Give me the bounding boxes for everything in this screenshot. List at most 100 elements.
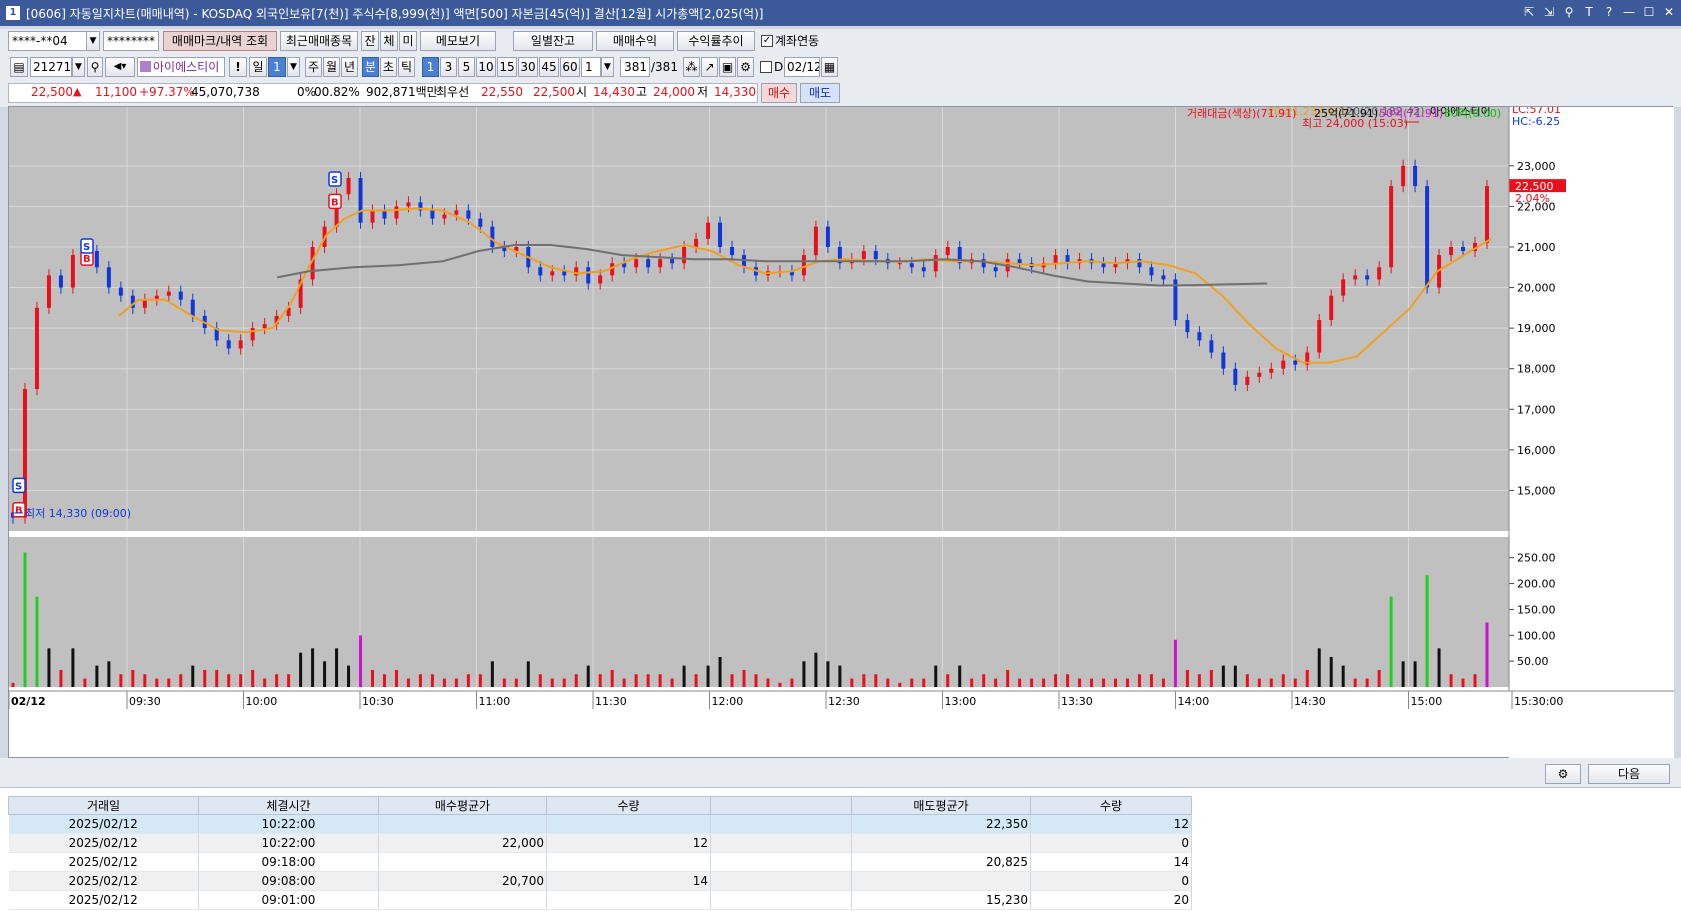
table-header-row: 거래일 체결시간 매수평균가 수량 매도평균가 수량	[8, 796, 1192, 815]
save-icon[interactable]: ▣	[719, 57, 736, 77]
table-row[interactable]: 2025/02/12 09:08:00 20,700 14 0	[8, 871, 1192, 891]
candle-body	[646, 259, 651, 268]
volume-bar	[47, 648, 51, 687]
sell-mark-label: S	[331, 175, 338, 186]
password-field[interactable]: ********	[103, 31, 159, 51]
hc-label: HC:-6.25	[1512, 115, 1560, 128]
volume-bar	[826, 661, 830, 687]
period-count-button[interactable]: 1	[268, 57, 286, 77]
volume-bar	[71, 648, 75, 687]
pattern-icon[interactable]: ⁂	[683, 57, 700, 77]
account-link-checkbox[interactable]: ✓	[761, 35, 773, 47]
trade-mark-button[interactable]: 매매마크/내역 조회	[163, 31, 277, 51]
interval-input[interactable]: 1	[581, 57, 601, 77]
y-tick-label: 15,000	[1517, 484, 1556, 497]
help-icon[interactable]: ?	[1601, 4, 1617, 20]
volume-bar	[203, 669, 207, 687]
tab-minute[interactable]: 분	[362, 57, 379, 77]
minute-10-button[interactable]: 10	[476, 57, 496, 77]
period-dropdown-icon[interactable]: ▼	[287, 57, 300, 77]
account-toolbar: ****-**04 ▼ ******** 매매마크/내역 조회 최근매매종목 잔…	[0, 29, 1681, 55]
calendar-icon[interactable]: ▦	[821, 57, 838, 77]
account-dropdown-icon[interactable]: ▼	[86, 31, 100, 51]
search-icon[interactable]: ⚲	[87, 57, 103, 77]
price-chart[interactable]: 23,00022,00021,00020,00019,00018,00017,0…	[9, 107, 1674, 759]
gear-icon[interactable]: ⚙	[737, 57, 754, 77]
volume-bar	[1185, 669, 1189, 687]
code-dropdown-icon[interactable]: ▼	[72, 57, 85, 77]
tile-icon[interactable]: ⇲	[1541, 4, 1557, 20]
volume-bar	[1281, 674, 1285, 687]
trend-icon[interactable]: ↗	[701, 57, 718, 77]
buy-button[interactable]: 매수	[761, 83, 797, 103]
daily-balance-button[interactable]: 일별잔고	[513, 31, 593, 51]
alert-icon[interactable]: !	[229, 57, 247, 77]
minute-60-button[interactable]: 60	[560, 57, 580, 77]
maximize-icon[interactable]: ☐	[1641, 4, 1657, 20]
account-select[interactable]: ****-**04	[8, 31, 93, 51]
volume-bar	[454, 678, 458, 687]
volume-bar	[874, 674, 878, 687]
chart-panel[interactable]: 23,000 22,000 21,000 20,000 19,000 18,000 17,0…	[8, 106, 1674, 759]
minute-3-button[interactable]: 3	[440, 57, 457, 77]
recent-stocks-button[interactable]: 최근매매종목	[280, 31, 358, 51]
table-cell: 20,825	[851, 852, 1031, 872]
volume-bar	[1221, 665, 1225, 687]
minute-15-button[interactable]: 15	[497, 57, 517, 77]
table-row[interactable]: 2025/02/12 10:22:00 22,000 12 0	[8, 833, 1192, 853]
memo-button[interactable]: 메모보기	[420, 31, 496, 51]
sell-button[interactable]: 매도	[800, 83, 840, 103]
volume-bar	[107, 661, 111, 687]
table-row[interactable]: 2025/02/12 10:22:00 22,350 12	[8, 814, 1192, 834]
pin-icon[interactable]: ⚲	[1561, 4, 1577, 20]
tab-month[interactable]: 월	[323, 57, 340, 77]
x-tick-label: 11:00	[479, 695, 511, 708]
tab-tick[interactable]: 틱	[398, 57, 415, 77]
sound-icon[interactable]: ◀▾	[105, 57, 135, 77]
profit-trend-button[interactable]: 수익률추이	[677, 31, 755, 51]
tab-balance[interactable]: 잔	[361, 31, 379, 51]
volume-bar	[718, 657, 722, 687]
close-icon[interactable]: ✕	[1661, 4, 1677, 20]
date-input[interactable]: 02/12	[784, 57, 820, 77]
minute-5-button[interactable]: 5	[458, 57, 475, 77]
settings-gear-icon[interactable]: ⚙	[1545, 764, 1581, 784]
volume-bar	[1317, 648, 1321, 687]
tab-second[interactable]: 초	[380, 57, 397, 77]
volume-bar	[394, 669, 398, 687]
volume-bar	[1006, 669, 1010, 687]
restore-icon[interactable]: ⇱	[1521, 4, 1537, 20]
date-checkbox[interactable]	[760, 61, 772, 73]
x-tick-label: 13:30	[1061, 695, 1093, 708]
font-icon[interactable]: T	[1581, 4, 1597, 20]
minute-30-button[interactable]: 30	[518, 57, 538, 77]
high-label: 고	[636, 85, 648, 99]
stock-name[interactable]: 아이에스티이	[137, 57, 225, 77]
minute-1-button[interactable]: 1	[422, 57, 439, 77]
y-tick-label: 21,000	[1517, 241, 1556, 254]
minimize-icon[interactable]: —	[1621, 4, 1637, 20]
stock-code-input[interactable]: 212710	[30, 57, 72, 77]
trade-profit-button[interactable]: 매매수익	[596, 31, 674, 51]
interval-dropdown-icon[interactable]: ▼	[601, 57, 614, 77]
tab-year[interactable]: 년	[341, 57, 358, 77]
next-button[interactable]: 다음	[1588, 764, 1670, 784]
tab-week[interactable]: 주	[305, 57, 322, 77]
volume-bar	[227, 674, 231, 687]
table-row[interactable]: 2025/02/12 09:01:00 15,230 20	[8, 890, 1192, 910]
table-row[interactable]: 2025/02/12 09:18:00 20,825 14	[8, 852, 1192, 872]
candle-body	[598, 275, 603, 284]
table-cell: 10:22:00	[198, 833, 379, 853]
volume-bar	[191, 665, 195, 687]
layout-icon[interactable]: ▤	[10, 57, 28, 77]
tab-unfilled[interactable]: 미	[399, 31, 417, 51]
volume-bar	[466, 674, 470, 687]
volume-bar	[514, 678, 518, 687]
candle-body	[933, 255, 938, 272]
volume-bar	[1161, 678, 1165, 687]
tab-execution[interactable]: 체	[380, 31, 398, 51]
bars-input[interactable]: 381	[620, 57, 650, 77]
minute-45-button[interactable]: 45	[539, 57, 559, 77]
volume-bar	[1473, 674, 1477, 687]
period-day-button[interactable]: 일	[249, 57, 267, 77]
